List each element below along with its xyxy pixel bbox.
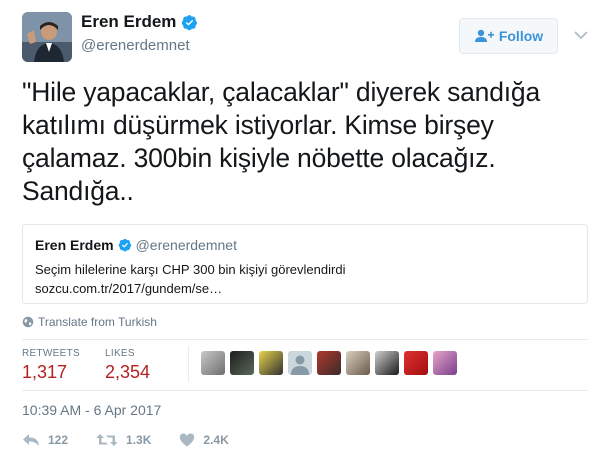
quoted-author-name: Eren Erdem (35, 237, 114, 253)
divider (22, 339, 588, 340)
likes-label: LIKES (105, 348, 135, 359)
stats-separator (188, 346, 189, 382)
follow-button-label: Follow (498, 28, 544, 44)
liker-avatar[interactable] (288, 351, 312, 375)
author-handle[interactable]: @erenerdemnet (81, 37, 190, 54)
liker-avatar[interactable] (404, 351, 428, 375)
retweet-button[interactable]: 1.3K (96, 433, 151, 447)
quoted-tweet-text: Seçim hilelerine karşı CHP 300 bin kişiy… (35, 262, 346, 277)
quoted-tweet[interactable]: Eren Erdem @erenerdemnet Seçim hilelerin… (22, 224, 588, 304)
tweet-text-line: Sandığa.. (22, 176, 134, 206)
liker-avatar[interactable] (317, 351, 341, 375)
tweet-text-line: katılımı düşürmek istiyorlar. Kimse birş… (22, 110, 494, 140)
tweet-actions: 122 1.3K 2.4K (22, 433, 257, 447)
follow-button[interactable]: Follow (459, 18, 558, 54)
retweets-label: RETWEETS (22, 348, 80, 359)
likes-stat[interactable]: LIKES 2,354 (105, 348, 150, 383)
tweet-card: Eren Erdem @erenerdemnet Follow "Hile ya… (0, 0, 600, 461)
liker-avatar[interactable] (201, 351, 225, 375)
retweets-stat[interactable]: RETWEETS 1,317 (22, 348, 80, 383)
translate-label: Translate from Turkish (38, 315, 157, 329)
verified-icon (118, 238, 131, 252)
retweets-value: 1,317 (22, 362, 68, 382)
like-count: 2.4K (203, 433, 229, 447)
liker-avatar[interactable] (346, 351, 370, 375)
reply-icon (23, 434, 39, 446)
reply-count: 122 (48, 433, 69, 447)
translate-link[interactable]: Translate from Turkish (22, 315, 157, 329)
liker-avatar[interactable] (375, 351, 399, 375)
divider (22, 390, 588, 391)
liker-avatar[interactable] (230, 351, 254, 375)
likers-avatars (201, 351, 462, 375)
likes-value: 2,354 (105, 362, 151, 382)
verified-icon (182, 14, 198, 30)
liker-avatar[interactable] (433, 351, 457, 375)
heart-icon (180, 433, 195, 447)
author-name-text: Eren Erdem (81, 12, 177, 31)
tweet-text-line: "Hile yapacaklar, çalacaklar" diyerek sa… (22, 77, 540, 107)
author-name[interactable]: Eren Erdem (81, 12, 198, 32)
globe-icon (22, 316, 34, 328)
like-button[interactable]: 2.4K (179, 433, 229, 447)
tweet-timestamp[interactable]: 10:39 AM - 6 Apr 2017 (22, 402, 161, 418)
chevron-down-icon[interactable] (574, 30, 588, 40)
avatar[interactable] (22, 12, 72, 62)
retweet-icon (96, 434, 118, 446)
quoted-author-handle: @erenerdemnet (135, 237, 237, 253)
quoted-tweet-header: Eren Erdem @erenerdemnet (35, 237, 237, 253)
reply-button[interactable]: 122 (22, 433, 68, 447)
follow-person-icon (474, 29, 494, 42)
retweet-count: 1.3K (126, 433, 152, 447)
liker-avatar[interactable] (259, 351, 283, 375)
quoted-tweet-link[interactable]: sozcu.com.tr/2017/gundem/se… (35, 280, 222, 298)
tweet-text: "Hile yapacaklar, çalacaklar" diyerek sa… (22, 76, 582, 208)
tweet-text-line: çalamaz. 300bin kişiyle nöbette olacağız… (22, 143, 496, 173)
